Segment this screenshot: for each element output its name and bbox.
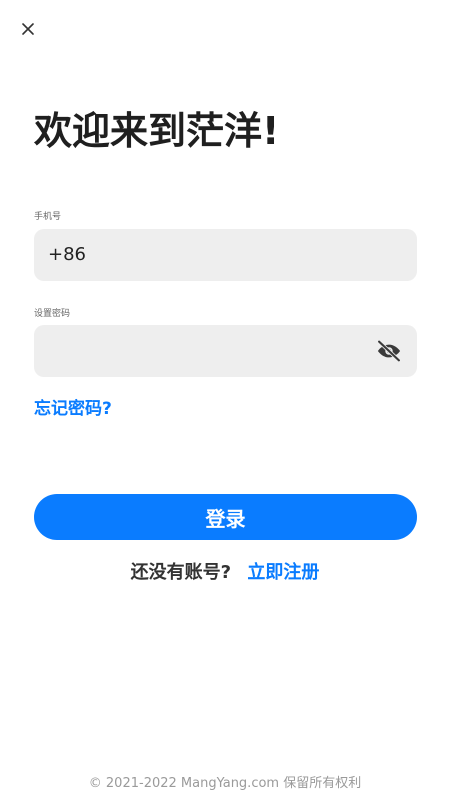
page-title: 欢迎来到茫洋! bbox=[34, 109, 280, 153]
country-code-prefix[interactable]: +86 bbox=[48, 229, 86, 281]
forgot-password-link[interactable]: 忘记密码? bbox=[34, 394, 112, 419]
phone-field[interactable]: +86 bbox=[34, 229, 417, 281]
phone-input[interactable] bbox=[86, 229, 396, 281]
eye-off-icon bbox=[377, 339, 401, 363]
copyright-footer: © 2021-2022 MangYang.com 保留所有权利 bbox=[88, 776, 362, 791]
register-question: 还没有账号? bbox=[130, 562, 232, 583]
password-visibility-toggle[interactable] bbox=[375, 337, 403, 365]
password-label: 设置密码 bbox=[34, 309, 71, 319]
close-button[interactable] bbox=[18, 19, 38, 39]
close-icon bbox=[22, 23, 34, 35]
register-prompt: 还没有账号? 立即注册 bbox=[0, 558, 450, 584]
password-field[interactable] bbox=[34, 325, 417, 377]
password-input[interactable] bbox=[48, 325, 368, 377]
phone-label: 手机号 bbox=[34, 212, 62, 222]
login-button[interactable]: 登录 bbox=[34, 494, 417, 540]
register-link[interactable]: 立即注册 bbox=[247, 562, 319, 583]
